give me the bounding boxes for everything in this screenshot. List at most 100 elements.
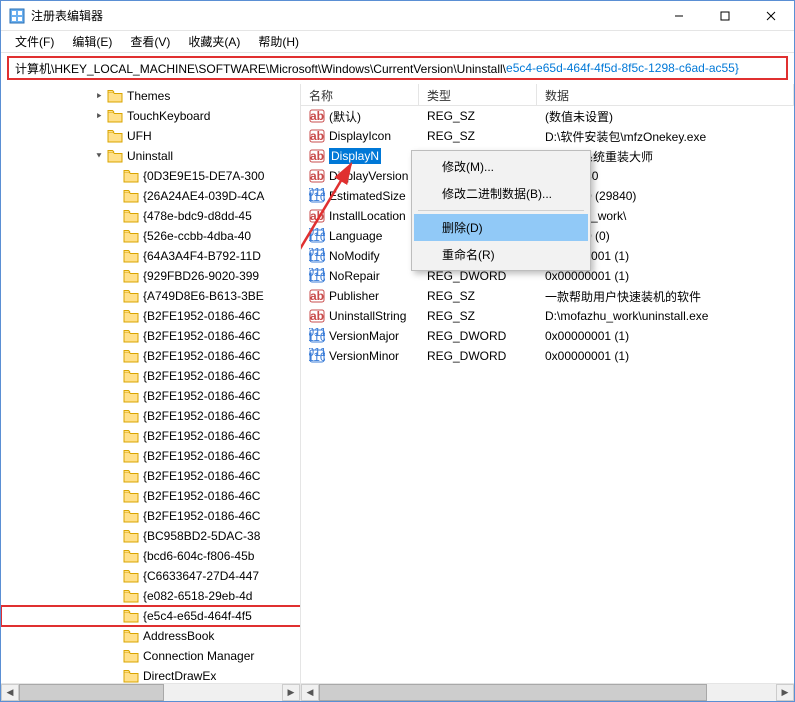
list-pane: 名称 类型 数据 ab(默认)REG_SZ(数值未设置)abDisplayIco… — [301, 84, 794, 683]
expand-icon[interactable]: ⯈ — [93, 91, 105, 102]
tree-item[interactable]: {B2FE1952-0186-46C — [1, 366, 300, 386]
ctx-modify[interactable]: 修改(M)... — [414, 153, 588, 180]
ctx-delete[interactable]: 删除(D) — [414, 214, 588, 241]
value-name: InstallLocation — [329, 209, 406, 223]
value-row[interactable]: 011110VersionMinorREG_DWORD0x00000001 (1… — [301, 346, 794, 366]
folder-icon — [123, 609, 139, 623]
collapse-icon[interactable]: ⯆ — [93, 151, 105, 162]
tree-item[interactable]: {B2FE1952-0186-46C — [1, 326, 300, 346]
value-row[interactable]: abUninstallStringREG_SZD:\mofazhu_work\u… — [301, 306, 794, 326]
menu-favorites[interactable]: 收藏夹(A) — [180, 31, 248, 52]
tree-item[interactable]: {e5c4-e65d-464f-4f5 — [1, 606, 300, 626]
tree-item[interactable]: UFH — [1, 126, 300, 146]
tree-item-label: {B2FE1952-0186-46C — [143, 429, 260, 443]
column-data[interactable]: 数据 — [537, 84, 794, 105]
tree-item-label: {e082-6518-29eb-4d — [143, 589, 252, 603]
string-value-icon: ab — [309, 288, 325, 304]
tree-item[interactable]: {B2FE1952-0186-46C — [1, 306, 300, 326]
tree-item[interactable]: {C6633647-27D4-447 — [1, 566, 300, 586]
scroll-left-icon[interactable]: ◀ — [301, 684, 319, 701]
svg-text:110: 110 — [309, 350, 325, 364]
tree-item[interactable]: {B2FE1952-0186-46C — [1, 446, 300, 466]
tree-item[interactable]: ⯈Themes — [1, 86, 300, 106]
menu-help[interactable]: 帮助(H) — [250, 31, 307, 52]
value-data: D:\mofazhu_work\uninstall.exe — [537, 309, 794, 323]
value-data: 0x00000001 (1) — [537, 329, 794, 343]
column-name[interactable]: 名称 — [301, 84, 419, 105]
svg-text:ab: ab — [310, 289, 324, 303]
tree-item-label: {526e-ccbb-4dba-40 — [143, 229, 251, 243]
value-row[interactable]: abDisplayIconREG_SZD:\软件安装包\mfzOnekey.ex… — [301, 126, 794, 146]
value-data: 0x00000001 (1) — [537, 349, 794, 363]
window: 注册表编辑器 文件(F) 编辑(E) 查看(V) 收藏夹(A) 帮助(H) 计算… — [0, 0, 795, 702]
minimize-button[interactable] — [656, 1, 702, 31]
tree-item[interactable]: {0D3E9E15-DE7A-300 — [1, 166, 300, 186]
close-button[interactable] — [748, 1, 794, 31]
expand-icon[interactable]: ⯈ — [93, 111, 105, 122]
list-header: 名称 类型 数据 — [301, 84, 794, 106]
menu-file[interactable]: 文件(F) — [7, 31, 62, 52]
address-guid: e5c4-e65d-464f-4f5d-8f5c-1298-c6ad-ac55} — [506, 61, 739, 75]
titlebar: 注册表编辑器 — [1, 1, 794, 31]
tree-item[interactable]: {478e-bdc9-d8dd-45 — [1, 206, 300, 226]
svg-text:110: 110 — [309, 250, 325, 264]
svg-text:110: 110 — [309, 270, 325, 284]
ctx-rename[interactable]: 重命名(R) — [414, 241, 588, 268]
value-row[interactable]: 011110VersionMajorREG_DWORD0x00000001 (1… — [301, 326, 794, 346]
maximize-button[interactable] — [702, 1, 748, 31]
value-type: REG_DWORD — [419, 329, 537, 343]
list-hscroll[interactable]: ◀ ▶ — [301, 683, 794, 701]
tree-item[interactable]: {A749D8E6-B613-3BE — [1, 286, 300, 306]
scroll-left-icon[interactable]: ◀ — [1, 684, 19, 701]
value-name: (默认) — [329, 108, 361, 125]
folder-icon — [107, 149, 123, 163]
menu-view[interactable]: 查看(V) — [122, 31, 178, 52]
tree-item[interactable]: {e082-6518-29eb-4d — [1, 586, 300, 606]
tree-item[interactable]: {bcd6-604c-f806-45b — [1, 546, 300, 566]
scroll-right-icon[interactable]: ▶ — [776, 684, 794, 701]
folder-icon — [123, 289, 139, 303]
tree-item-label: Uninstall — [127, 149, 173, 163]
tree-item[interactable]: {B2FE1952-0186-46C — [1, 506, 300, 526]
tree-item[interactable]: ⯈ TouchKeyboard — [1, 106, 300, 126]
string-value-icon: ab — [309, 208, 325, 224]
tree-item[interactable]: {64A3A4F4-B792-11D — [1, 246, 300, 266]
tree-item[interactable]: {26A24AE4-039D-4CA — [1, 186, 300, 206]
tree-item-label: {B2FE1952-0186-46C — [143, 449, 260, 463]
menu-edit[interactable]: 编辑(E) — [64, 31, 120, 52]
tree-pane: ⯈Themes⯈TouchKeyboardUFH⯆Uninstall{0D3E9… — [1, 84, 301, 683]
tree-item-label: {B2FE1952-0186-46C — [143, 369, 260, 383]
tree-item-label: TouchKeyboard — [127, 109, 210, 123]
tree-item[interactable]: Connection Manager — [1, 646, 300, 666]
tree-item[interactable]: {BC958BD2-5DAC-38 — [1, 526, 300, 546]
scroll-right-icon[interactable]: ▶ — [282, 684, 300, 701]
tree-item[interactable]: {526e-ccbb-4dba-40 — [1, 226, 300, 246]
tree-item-label: {B2FE1952-0186-46C — [143, 489, 260, 503]
tree-item-label: {0D3E9E15-DE7A-300 — [143, 169, 264, 183]
tree-item[interactable]: {B2FE1952-0186-46C — [1, 486, 300, 506]
folder-icon — [123, 669, 139, 683]
tree-scroll[interactable]: ⯈Themes⯈TouchKeyboardUFH⯆Uninstall{0D3E9… — [1, 84, 300, 683]
string-value-icon: ab — [309, 308, 325, 324]
tree-hscroll[interactable]: ◀ ▶ — [1, 683, 301, 701]
folder-icon — [107, 89, 123, 103]
tree-item[interactable]: DirectDrawEx — [1, 666, 300, 683]
value-row[interactable]: ab(默认)REG_SZ(数值未设置) — [301, 106, 794, 126]
address-bar[interactable]: 计算机\HKEY_LOCAL_MACHINE\SOFTWARE\Microsof… — [7, 56, 788, 80]
column-type[interactable]: 类型 — [419, 84, 537, 105]
value-type: REG_SZ — [419, 309, 537, 323]
tree-item[interactable]: {B2FE1952-0186-46C — [1, 466, 300, 486]
tree-item[interactable]: {B2FE1952-0186-46C — [1, 386, 300, 406]
svg-text:ab: ab — [310, 169, 324, 183]
tree-item[interactable]: AddressBook — [1, 626, 300, 646]
tree-item[interactable]: ⯆ Uninstall — [1, 146, 300, 166]
value-row[interactable]: abPublisherREG_SZ一款帮助用户快速装机的软件 — [301, 286, 794, 306]
tree-item[interactable]: {B2FE1952-0186-46C — [1, 346, 300, 366]
value-type: REG_DWORD — [419, 349, 537, 363]
ctx-modify-binary[interactable]: 修改二进制数据(B)... — [414, 180, 588, 207]
value-name: NoRepair — [329, 269, 380, 283]
tree-item[interactable]: {B2FE1952-0186-46C — [1, 406, 300, 426]
tree-item[interactable]: {929FBD26-9020-399 — [1, 266, 300, 286]
value-data: (数值未设置) — [537, 108, 794, 125]
tree-item[interactable]: {B2FE1952-0186-46C — [1, 426, 300, 446]
